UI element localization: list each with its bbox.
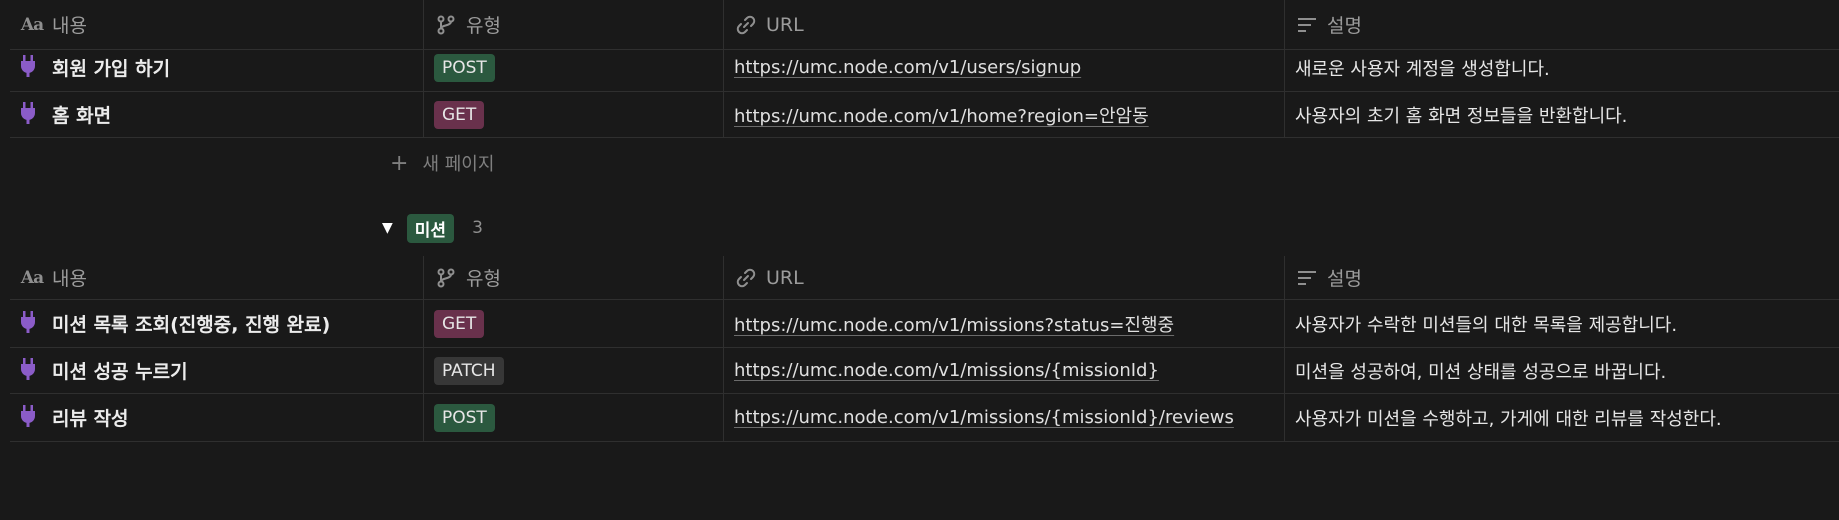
row-type[interactable]: GET (424, 300, 724, 347)
url-link[interactable]: https://umc.node.com/v1/missions/{missio… (734, 360, 1159, 381)
plug-icon (20, 404, 40, 431)
header-url[interactable]: URL (724, 256, 1285, 299)
group-header-mission[interactable]: ▼ 미션 3 (382, 213, 483, 243)
group-tag: 미션 (406, 213, 455, 243)
type-tag: POST (434, 53, 495, 82)
row-url[interactable]: https://umc.node.com/v1/missions?status=… (724, 300, 1285, 347)
row-type[interactable]: GET (424, 92, 724, 137)
row-type[interactable]: POST (424, 394, 724, 441)
table-row[interactable]: 미션 목록 조회(진행중, 진행 완료) GET https://umc.nod… (10, 300, 1839, 348)
url-link[interactable]: https://umc.node.com/v1/missions?status=… (734, 311, 1174, 337)
table-row[interactable]: 홈 화면 GET https://umc.node.com/v1/home?re… (10, 92, 1839, 138)
group-count: 3 (472, 218, 483, 238)
row-name[interactable]: 미션 성공 누르기 (10, 348, 424, 393)
new-page-button[interactable]: + 새 페이지 (390, 150, 494, 176)
row-name[interactable]: 회원 가입 하기 (10, 44, 424, 91)
plug-icon (20, 54, 40, 81)
table-header: Aa 내용 유형 URL 설명 (10, 0, 1839, 50)
link-icon (734, 14, 758, 36)
text-lines-icon (1295, 267, 1319, 289)
row-url[interactable]: https://umc.node.com/v1/missions/{missio… (724, 394, 1285, 441)
header-url[interactable]: URL (724, 0, 1285, 49)
row-url[interactable]: https://umc.node.com/v1/home?region=안암동 (724, 92, 1285, 137)
triangle-down-icon[interactable]: ▼ (382, 220, 393, 236)
header-type[interactable]: 유형 (424, 256, 724, 299)
table-row[interactable]: 회원 가입 하기 POST https://umc.node.com/v1/us… (10, 44, 1839, 92)
row-desc[interactable]: 사용자가 수락한 미션들의 대한 목록을 제공합니다. (1285, 300, 1839, 347)
branch-icon (434, 14, 458, 36)
type-tag: POST (434, 403, 495, 432)
row-name[interactable]: 리뷰 작성 (10, 394, 424, 441)
row-desc[interactable]: 사용자가 미션을 수행하고, 가게에 대한 리뷰를 작성한다. (1285, 394, 1839, 441)
header-name[interactable]: Aa 내용 (10, 0, 424, 49)
row-url[interactable]: https://umc.node.com/v1/missions/{missio… (724, 348, 1285, 393)
row-name[interactable]: 미션 목록 조회(진행중, 진행 완료) (10, 300, 424, 347)
title-aa-icon: Aa (20, 14, 44, 35)
url-link[interactable]: https://umc.node.com/v1/missions/{missio… (734, 407, 1234, 428)
title-aa-icon: Aa (20, 267, 44, 288)
header-desc[interactable]: 설명 (1285, 256, 1839, 299)
row-type[interactable]: PATCH (424, 348, 724, 393)
plug-icon (20, 310, 40, 337)
database-view: Aa 내용 유형 URL 설명 회원 가입 하기 POST https://um… (0, 0, 1839, 520)
header-desc[interactable]: 설명 (1285, 0, 1839, 49)
plus-icon: + (390, 150, 409, 176)
link-icon (734, 267, 758, 289)
row-type[interactable]: POST (424, 44, 724, 91)
type-tag: PATCH (434, 356, 504, 385)
row-desc[interactable]: 미션을 성공하여, 미션 상태를 성공으로 바꿉니다. (1285, 348, 1839, 393)
table-row[interactable]: 리뷰 작성 POST https://umc.node.com/v1/missi… (10, 394, 1839, 442)
header-name[interactable]: Aa 내용 (10, 256, 424, 299)
branch-icon (434, 267, 458, 289)
text-lines-icon (1295, 14, 1319, 36)
plug-icon (20, 101, 40, 128)
plug-icon (20, 357, 40, 384)
type-tag: GET (434, 309, 485, 338)
url-link[interactable]: https://umc.node.com/v1/users/signup (734, 57, 1081, 78)
row-desc[interactable]: 새로운 사용자 계정을 생성합니다. (1285, 44, 1839, 91)
row-desc[interactable]: 사용자의 초기 홈 화면 정보들을 반환합니다. (1285, 92, 1839, 137)
type-tag: GET (434, 100, 485, 129)
table-header: Aa 내용 유형 URL 설명 (10, 256, 1839, 300)
table-row[interactable]: 미션 성공 누르기 PATCH https://umc.node.com/v1/… (10, 348, 1839, 394)
header-type[interactable]: 유형 (424, 0, 724, 49)
row-url[interactable]: https://umc.node.com/v1/users/signup (724, 44, 1285, 91)
url-link[interactable]: https://umc.node.com/v1/home?region=안암동 (734, 102, 1149, 128)
row-name[interactable]: 홈 화면 (10, 92, 424, 137)
